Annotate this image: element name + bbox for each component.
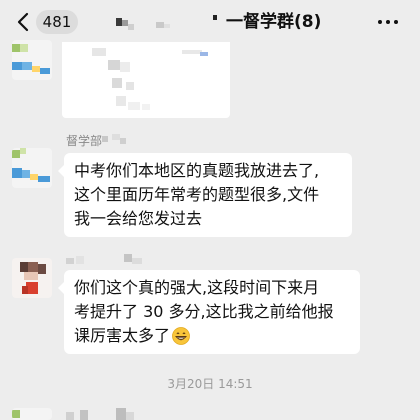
avatar[interactable] [12, 258, 52, 298]
redacted-title-mosaic [116, 14, 204, 32]
redacted-name-mosaic [66, 408, 146, 420]
chat-title: 一督学群(8) [226, 12, 322, 32]
redacted-name-mosaic [102, 134, 132, 148]
chat-header: 481 一督学群(8) [0, 0, 420, 44]
grinning-face-emoji [172, 327, 190, 345]
message-text-line: 考提升了 30 多分,这比我之前给他报 [74, 302, 334, 321]
avatar[interactable] [12, 148, 52, 188]
message-text-fragment: 课厉害太多了 [74, 326, 171, 345]
image-message[interactable] [62, 42, 230, 118]
unread-count-badge[interactable]: 481 [36, 10, 78, 34]
chat-window: 481 一督学群(8) 督学部 中考你们本地区的真题我放进去了, 这个里面历年常… [0, 0, 420, 420]
message-text-line: 我一会给您发过去 [74, 209, 203, 228]
message-text-line: 中考你们本地区的真题我放进去了, [74, 161, 320, 180]
title-dot [213, 15, 217, 20]
sender-name: 督学部 [66, 134, 103, 148]
redacted-name-mosaic [66, 254, 150, 268]
chevron-left-icon[interactable] [16, 12, 30, 32]
message-timestamp: 3月20日 14:51 [167, 377, 253, 391]
message-text-line: 你们这个真的强大,这段时间下来月 [74, 278, 320, 297]
more-horizontal-icon[interactable] [378, 20, 398, 24]
message-text-line: 课厉害太多了 [74, 324, 350, 348]
avatar[interactable] [12, 40, 52, 80]
message-bubble[interactable]: 中考你们本地区的真题我放进去了, 这个里面历年常考的题型很多,文件 我一会给您发… [58, 153, 352, 237]
avatar[interactable] [12, 408, 52, 420]
message-text-line: 这个里面历年常考的题型很多,文件 [74, 185, 320, 204]
message-bubble[interactable]: 你们这个真的强大,这段时间下来月 考提升了 30 多分,这比我之前给他报 课厉害… [58, 270, 360, 354]
